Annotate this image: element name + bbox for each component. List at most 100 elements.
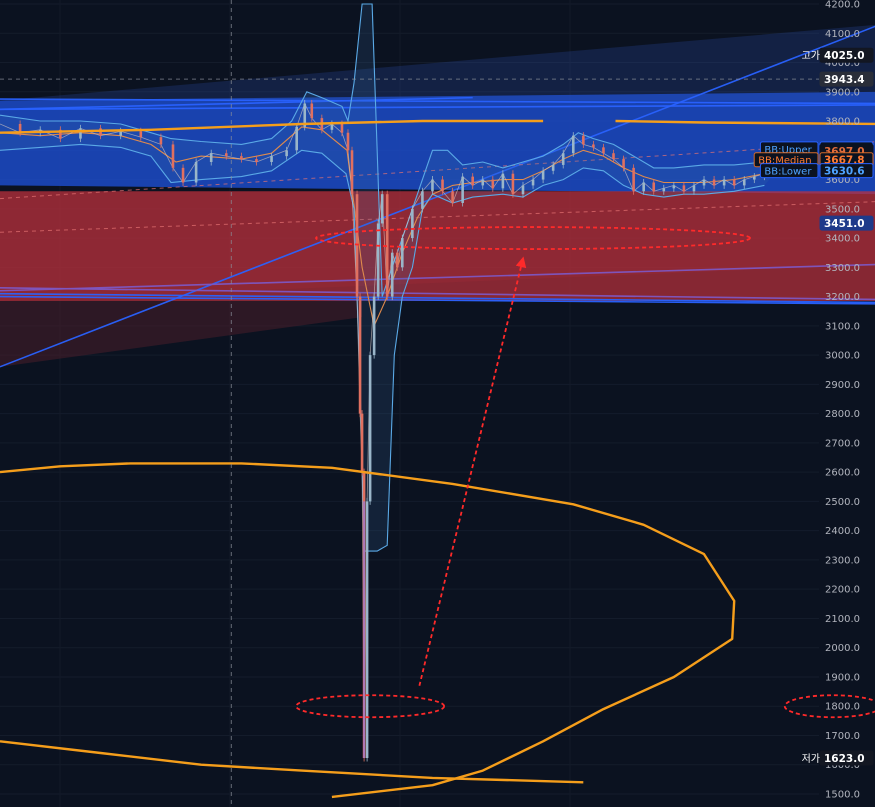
candle-body [380,194,384,224]
candle-body [390,252,394,297]
y-tick-label: 1500.0 [825,790,860,801]
candle-body [642,182,645,192]
y-tick-label: 2500.0 [825,497,860,508]
candle-body [592,144,595,148]
candle-body [139,131,143,138]
candle-body [702,179,706,186]
candle-body [722,179,726,186]
price-badge-value: 1623.0 [824,753,865,765]
price-badge-label: 저가 [802,753,820,765]
y-tick-label: 1800.0 [825,702,860,713]
y-tick-label: 4200.0 [825,0,860,11]
candle-body [491,179,495,189]
candle-body [376,223,380,297]
candle-body [350,150,354,195]
y-tick-label: 1700.0 [825,731,860,742]
candle-body [240,156,243,160]
candle-body [742,179,746,186]
price-badge-value: 3630.6 [824,166,865,178]
candle-body [340,123,344,133]
candle-body [346,132,350,151]
y-tick-label: 4100.0 [825,29,860,40]
y-tick-label: 3000.0 [825,351,860,362]
y-tick-label: 2400.0 [825,526,860,537]
y-tick-label: 3500.0 [825,204,860,215]
candle-body [571,135,575,154]
candle-body [181,167,185,183]
candle-body [372,296,376,356]
y-tick-label: 3300.0 [825,263,860,274]
candle-body [521,185,525,195]
candle-body [652,182,656,192]
candle-body [295,126,298,151]
candle-body [672,185,676,189]
candle-body [441,179,444,192]
candle-body [451,191,454,203]
y-axis: 1500.01600.01700.01800.01900.02000.02100… [825,0,860,801]
candle-body [632,167,635,192]
candle-body [194,162,198,183]
candle-body [622,159,625,168]
candle-body [732,179,736,186]
candle-body [365,501,369,759]
candle-body [285,150,288,157]
candle-body [159,137,163,145]
candle-body [541,170,545,180]
candle-body [431,179,434,192]
candle-body [368,355,372,502]
candle-body [99,128,102,136]
candle-body [692,185,696,192]
candle-body [662,188,666,192]
price-chart[interactable]: 1500.01600.01700.01800.01900.02000.02100… [0,0,875,807]
price-badge-label: BB:Lower [764,167,812,178]
candle-body [531,179,535,186]
candle-body [461,176,464,203]
y-tick-label: 2300.0 [825,555,860,566]
candle-body [171,144,175,168]
y-tick-label: 3400.0 [825,234,860,245]
candle-body [255,159,258,162]
candle-body [561,153,565,165]
candle-body [400,238,404,268]
y-tick-label: 3900.0 [825,87,860,98]
y-tick-label: 2600.0 [825,468,860,479]
candle-body [119,131,122,136]
candle-body [270,156,273,162]
dark-red-zone [0,300,363,367]
price-badge-value: 3451.0 [824,218,865,230]
candle-body [712,179,716,186]
candle-body [330,123,334,130]
y-tick-label: 3200.0 [825,292,860,303]
y-tick-label: 3100.0 [825,321,860,332]
candle-body [209,153,213,162]
y-tick-label: 2000.0 [825,643,860,654]
candle-body [395,252,399,268]
y-tick-label: 3800.0 [825,117,860,128]
y-tick-label: 2800.0 [825,409,860,420]
orange-arc [0,740,584,784]
y-tick-label: 2700.0 [825,438,860,449]
y-tick-label: 2100.0 [825,614,860,625]
candle-body [411,208,414,239]
y-tick-label: 1900.0 [825,672,860,683]
candle-body [310,103,314,119]
candle-body [421,191,424,209]
candle-body [224,153,228,157]
candle-body [551,164,555,171]
y-tick-label: 2900.0 [825,380,860,391]
candle-body [79,128,82,139]
candle-body [481,179,485,186]
candle-body [602,147,605,154]
candle-body [511,173,515,195]
candle-body [471,176,475,186]
candle-body [501,173,505,189]
price-badges: 4025.0고가3943.43705.0BB:Upper3697.03667.8… [753,47,874,766]
candle-body [360,413,364,473]
candle-body [612,153,615,160]
candle-body [682,185,686,192]
price-badge-value: 4025.0 [824,50,865,62]
candle-body [753,176,756,180]
price-badge-label: 고가 [802,50,820,62]
candle-body [582,135,585,145]
y-tick-label: 2200.0 [825,585,860,596]
